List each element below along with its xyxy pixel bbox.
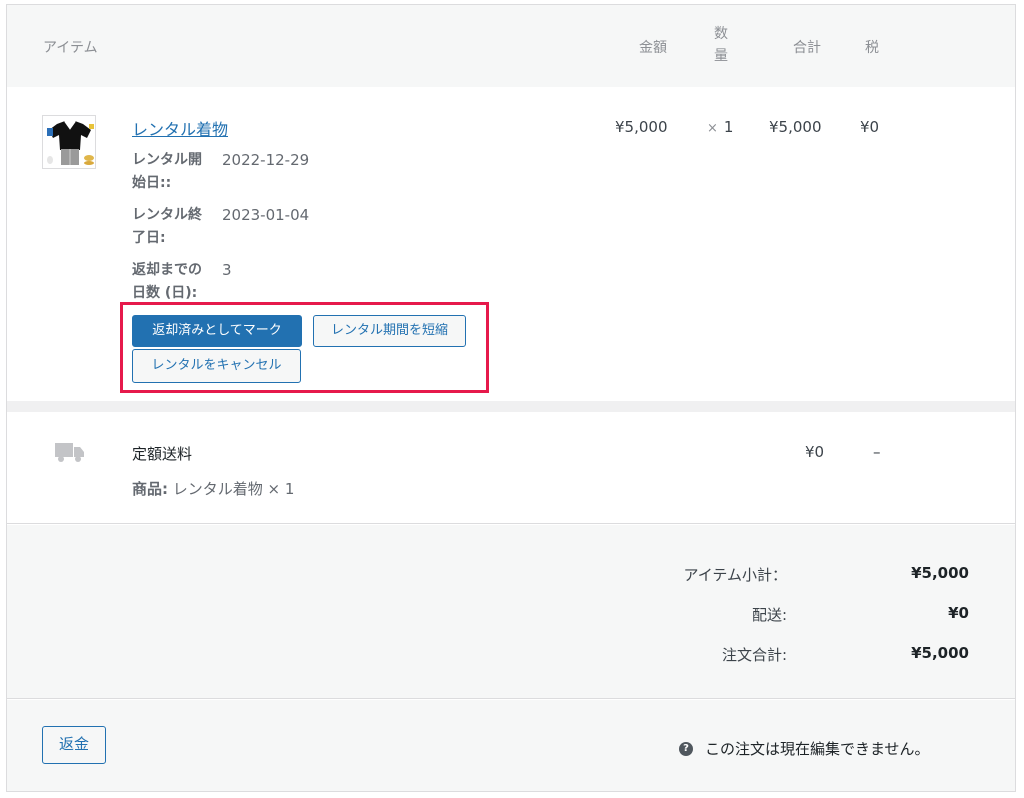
- meta-end-date: レンタル終了日: 2023-01-04: [132, 204, 392, 250]
- shipping-total-value: ¥0: [948, 604, 969, 622]
- line-item-total: ¥5,000: [769, 118, 822, 136]
- meta-end-date-label: レンタル終了日:: [132, 207, 202, 246]
- line-item-cost: ¥5,000: [615, 118, 668, 136]
- shipping-row: 定額送料 商品: レンタル着物 × 1 ¥0 –: [7, 412, 1015, 524]
- meta-start-date: レンタル開始日:: 2022-12-29: [132, 149, 392, 195]
- line-item-row: レンタル着物 レンタル開始日:: 2022-12-29 レンタル終了日: 202…: [7, 87, 1015, 401]
- product-name-link[interactable]: レンタル着物: [132, 116, 228, 140]
- truck-icon: [55, 443, 84, 462]
- not-editable-note: この注文は現在編集できません。: [705, 740, 930, 758]
- meta-end-date-value: 2023-01-04: [222, 206, 310, 224]
- shipping-tax: –: [873, 443, 881, 461]
- kimono-image: [43, 116, 95, 168]
- meta-start-date-label: レンタル開始日::: [132, 152, 202, 191]
- mark-returned-button[interactable]: 返却済みとしてマーク: [132, 315, 302, 347]
- shipping-total-label: 配送:: [751, 606, 787, 624]
- row-separator: [7, 401, 1015, 412]
- meta-days-value: 3: [222, 261, 232, 279]
- shipping-method-name: 定額送料: [132, 445, 193, 463]
- column-total: 合計: [793, 40, 821, 56]
- order-totals: アイテム小計： ¥5,000 配送: ¥0 注文合計: ¥5,000: [7, 525, 1015, 699]
- shipping-total: ¥0: [805, 443, 825, 461]
- meta-days-label: 返却までの日数 (日):: [132, 262, 202, 301]
- subtotal-value: ¥5,000: [911, 564, 969, 582]
- order-actions-footer: 返金 ? この注文は現在編集できません。: [7, 700, 1015, 791]
- subtotal-label: アイテム小計：: [683, 566, 787, 584]
- shipping-items-value: レンタル着物 × 1: [172, 480, 295, 498]
- column-qty: 数量: [710, 23, 732, 67]
- column-cost: 金額: [639, 40, 667, 56]
- order-total-value: ¥5,000: [911, 644, 969, 662]
- line-item-tax: ¥0: [860, 118, 880, 136]
- items-table-header: アイテム 金額 数量 合計 税: [7, 5, 1015, 87]
- meta-days-until-return: 返却までの日数 (日): 3: [132, 259, 392, 305]
- qty-value: 1: [723, 118, 734, 136]
- order-items-panel: アイテム 金額 数量 合計 税 レンタル着物 レンタル開始日:: 2022-12: [6, 4, 1016, 792]
- refund-button[interactable]: 返金: [42, 726, 106, 764]
- qty-multiplier: ×: [707, 121, 718, 136]
- product-thumbnail[interactable]: [42, 115, 96, 169]
- shorten-rental-button[interactable]: レンタル期間を短縮: [313, 315, 466, 347]
- shipping-items-label: 商品:: [132, 480, 168, 498]
- question-circle-icon: ?: [679, 742, 693, 756]
- column-tax: 税: [865, 40, 879, 56]
- column-qty-line1: 数: [714, 26, 728, 42]
- shipping-items: 商品: レンタル着物 × 1: [132, 478, 294, 499]
- line-item-qty: × 1: [707, 118, 733, 136]
- order-total-label: 注文合計:: [721, 646, 787, 664]
- cancel-rental-button[interactable]: レンタルをキャンセル: [132, 349, 301, 383]
- column-item: アイテム: [43, 40, 98, 56]
- meta-start-date-value: 2022-12-29: [222, 151, 310, 169]
- column-qty-line2: 量: [714, 48, 728, 64]
